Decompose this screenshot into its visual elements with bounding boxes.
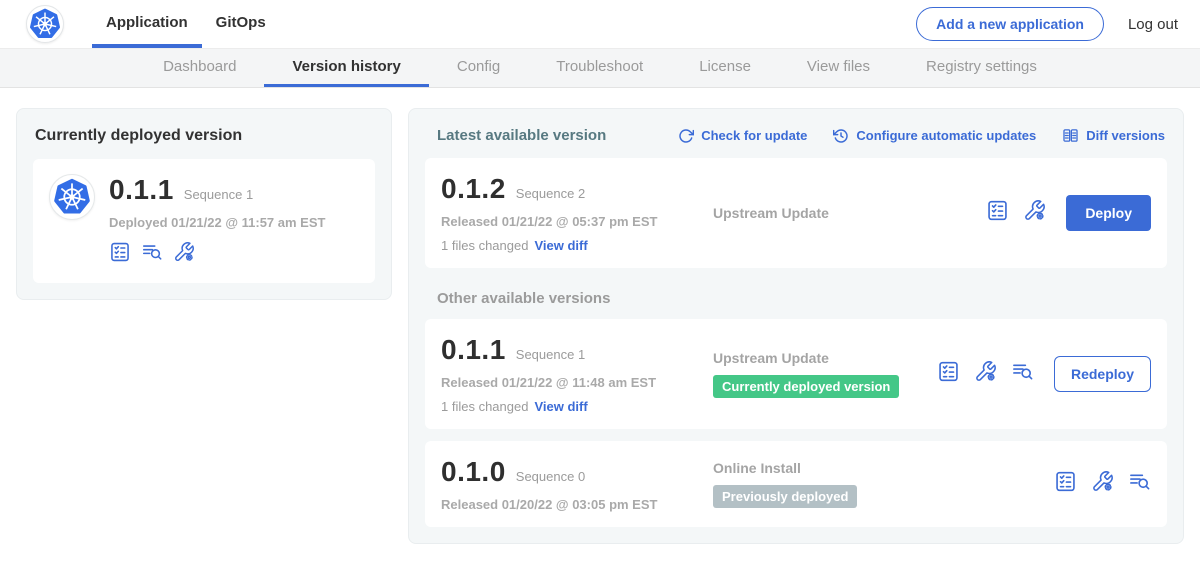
version-history-panel: Latest available version Check for updat… bbox=[408, 108, 1184, 544]
version-card-0-1-1: 0.1.1 Sequence 1 Released 01/21/22 @ 11:… bbox=[425, 319, 1167, 429]
view-logs-icon[interactable] bbox=[141, 241, 163, 268]
view-diff-link[interactable]: View diff bbox=[534, 399, 587, 414]
deployed-version-card: 0.1.1 Sequence 1 Deployed 01/21/22 @ 11:… bbox=[33, 159, 375, 283]
deployed-sequence-label: Sequence 1 bbox=[184, 187, 253, 202]
app-subnav: Dashboard Version history Config Trouble… bbox=[0, 48, 1200, 88]
view-logs-icon[interactable] bbox=[1011, 360, 1034, 388]
version-card-0-1-2: 0.1.2 Sequence 2 Released 01/21/22 @ 05:… bbox=[425, 158, 1167, 268]
logout-link[interactable]: Log out bbox=[1128, 16, 1178, 33]
preflight-checks-icon[interactable] bbox=[109, 241, 131, 268]
version-source-label: Online Install bbox=[713, 460, 1054, 476]
auto-update-clock-icon bbox=[833, 128, 849, 144]
subnav-item-troubleshoot[interactable]: Troubleshoot bbox=[528, 49, 671, 87]
currently-deployed-badge: Currently deployed version bbox=[713, 375, 899, 398]
sequence-label: Sequence 1 bbox=[516, 347, 585, 362]
preflight-checks-icon[interactable] bbox=[1054, 470, 1077, 498]
version-source-label: Upstream Update bbox=[713, 205, 986, 221]
sequence-label: Sequence 0 bbox=[516, 469, 585, 484]
version-number: 0.1.1 bbox=[441, 334, 506, 366]
view-logs-icon[interactable] bbox=[1128, 470, 1151, 498]
header-spacer bbox=[280, 0, 916, 48]
kubernetes-logo-icon[interactable] bbox=[26, 5, 64, 43]
add-new-application-button[interactable]: Add a new application bbox=[916, 7, 1104, 41]
version-source-label: Upstream Update bbox=[713, 350, 937, 366]
files-changed-label: 1 files changed bbox=[441, 399, 528, 414]
deployed-timestamp: Deployed 01/21/22 @ 11:57 am EST bbox=[109, 215, 325, 230]
latest-available-title: Latest available version bbox=[437, 127, 606, 144]
subnav-item-view-files[interactable]: View files bbox=[779, 49, 898, 87]
config-icon[interactable] bbox=[1091, 470, 1114, 498]
subnav-item-registry-settings[interactable]: Registry settings bbox=[898, 49, 1065, 87]
currently-deployed-title: Currently deployed version bbox=[35, 127, 375, 145]
files-changed-label: 1 files changed bbox=[441, 238, 528, 253]
refresh-icon bbox=[678, 128, 694, 144]
deployed-version-details: 0.1.1 Sequence 1 Deployed 01/21/22 @ 11:… bbox=[109, 174, 325, 268]
config-icon[interactable] bbox=[1023, 199, 1046, 227]
preflight-checks-icon[interactable] bbox=[937, 360, 960, 388]
released-timestamp: Released 01/20/22 @ 03:05 pm EST bbox=[441, 497, 691, 512]
released-timestamp: Released 01/21/22 @ 11:48 am EST bbox=[441, 375, 691, 390]
deployed-version-number: 0.1.1 bbox=[109, 174, 174, 206]
preflight-checks-icon[interactable] bbox=[986, 199, 1009, 227]
check-for-update-link[interactable]: Check for update bbox=[678, 128, 807, 144]
subnav-item-dashboard[interactable]: Dashboard bbox=[135, 49, 264, 87]
previously-deployed-badge: Previously deployed bbox=[713, 485, 857, 508]
version-number: 0.1.2 bbox=[441, 173, 506, 205]
deploy-button[interactable]: Deploy bbox=[1066, 195, 1151, 231]
config-icon[interactable] bbox=[173, 241, 195, 268]
tab-gitops[interactable]: GitOps bbox=[202, 0, 280, 48]
config-icon[interactable] bbox=[974, 360, 997, 388]
currently-deployed-panel: Currently deployed version 0 bbox=[16, 108, 392, 300]
configure-automatic-updates-link[interactable]: Configure automatic updates bbox=[833, 128, 1036, 144]
view-diff-link[interactable]: View diff bbox=[534, 238, 587, 253]
subnav-item-license[interactable]: License bbox=[671, 49, 779, 87]
other-available-versions-title: Other available versions bbox=[437, 290, 1167, 307]
tab-application[interactable]: Application bbox=[92, 0, 202, 48]
main-content: Currently deployed version 0 bbox=[0, 88, 1200, 564]
diff-icon bbox=[1062, 127, 1079, 144]
brand bbox=[26, 0, 64, 48]
subnav-item-version-history[interactable]: Version history bbox=[264, 49, 428, 87]
top-header: Application GitOps Add a new application… bbox=[0, 0, 1200, 48]
subnav-item-config[interactable]: Config bbox=[429, 49, 528, 87]
diff-versions-link[interactable]: Diff versions bbox=[1062, 127, 1165, 144]
released-timestamp: Released 01/21/22 @ 05:37 pm EST bbox=[441, 214, 691, 229]
kubernetes-app-icon bbox=[49, 174, 95, 220]
app-tabs: Application GitOps bbox=[92, 0, 280, 48]
sequence-label: Sequence 2 bbox=[516, 186, 585, 201]
redeploy-button[interactable]: Redeploy bbox=[1054, 356, 1151, 392]
version-number: 0.1.0 bbox=[441, 456, 506, 488]
version-card-0-1-0: 0.1.0 Sequence 0 Released 01/20/22 @ 03:… bbox=[425, 441, 1167, 527]
